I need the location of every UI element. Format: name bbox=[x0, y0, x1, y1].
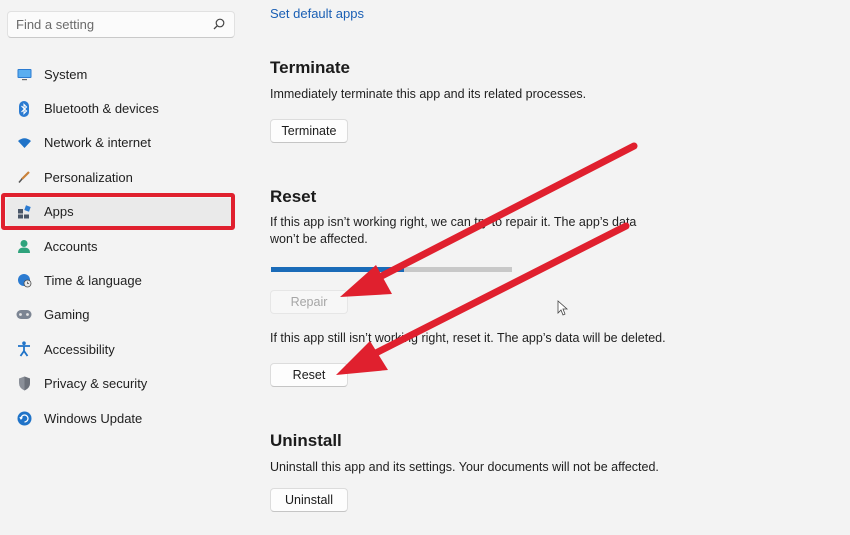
sidebar-item-label: Accessibility bbox=[44, 341, 115, 357]
search-box[interactable] bbox=[7, 11, 235, 38]
main-content: Set default apps Terminate Immediately t… bbox=[270, 0, 830, 535]
sidebar-item-bluetooth[interactable]: Bluetooth & devices bbox=[0, 91, 250, 125]
search-icon[interactable] bbox=[212, 17, 226, 31]
sidebar-item-label: Privacy & security bbox=[44, 376, 148, 392]
sidebar-item-label: Personalization bbox=[44, 169, 133, 185]
shield-icon bbox=[16, 376, 32, 392]
reset-button[interactable]: Reset bbox=[270, 363, 348, 387]
sidebar-item-label: Accounts bbox=[44, 238, 98, 254]
sidebar-item-label: Apps bbox=[44, 204, 74, 220]
sidebar-item-label: Bluetooth & devices bbox=[44, 101, 159, 117]
sidebar-item-accounts[interactable]: Accounts bbox=[0, 229, 250, 263]
uninstall-description: Uninstall this app and its settings. You… bbox=[270, 460, 659, 474]
sidebar-item-accessibility[interactable]: Accessibility bbox=[0, 332, 250, 366]
sidebar-item-privacy-security[interactable]: Privacy & security bbox=[0, 367, 250, 401]
set-default-apps-link[interactable]: Set default apps bbox=[270, 6, 364, 21]
sidebar-item-label: Time & language bbox=[44, 273, 142, 289]
search-input[interactable] bbox=[8, 12, 216, 37]
reset-description: If this app still isn’t working right, r… bbox=[270, 331, 666, 345]
bluetooth-icon bbox=[16, 100, 32, 117]
repair-progress-fill bbox=[271, 267, 404, 272]
sidebar-item-windows-update[interactable]: Windows Update bbox=[0, 401, 250, 435]
reset-heading: Reset bbox=[270, 187, 317, 206]
sidebar-item-label: System bbox=[44, 66, 88, 82]
gamepad-icon bbox=[16, 307, 32, 323]
sidebar-item-apps[interactable]: Apps bbox=[0, 195, 250, 229]
sidebar: System Bluetooth & devices Network & int… bbox=[0, 0, 250, 535]
wifi-icon bbox=[16, 135, 32, 151]
uninstall-heading: Uninstall bbox=[270, 431, 342, 450]
sidebar-item-personalization[interactable]: Personalization bbox=[0, 160, 250, 194]
sidebar-item-label: Network & internet bbox=[44, 135, 151, 151]
repair-progress-bar bbox=[271, 267, 512, 272]
terminate-description: Immediately terminate this app and its r… bbox=[270, 87, 587, 101]
brush-icon bbox=[16, 169, 32, 185]
sidebar-item-label: Gaming bbox=[44, 307, 90, 323]
person-icon bbox=[16, 238, 32, 254]
apps-icon bbox=[16, 204, 32, 220]
sidebar-item-system[interactable]: System bbox=[0, 57, 250, 91]
terminate-button[interactable]: Terminate bbox=[270, 119, 348, 143]
repair-description: If this app isn’t working right, we can … bbox=[270, 215, 637, 246]
monitor-icon bbox=[16, 66, 32, 82]
sidebar-item-gaming[interactable]: Gaming bbox=[0, 298, 250, 332]
uninstall-button[interactable]: Uninstall bbox=[270, 488, 348, 512]
sidebar-nav: System Bluetooth & devices Network & int… bbox=[0, 57, 250, 435]
accessibility-icon bbox=[16, 341, 32, 357]
update-icon bbox=[16, 410, 32, 426]
terminate-heading: Terminate bbox=[270, 58, 350, 77]
sidebar-item-label: Windows Update bbox=[44, 410, 143, 426]
sidebar-item-time-language[interactable]: Time & language bbox=[0, 263, 250, 297]
repair-button[interactable]: Repair bbox=[270, 290, 348, 314]
globe-clock-icon bbox=[16, 273, 32, 289]
sidebar-item-network[interactable]: Network & internet bbox=[0, 126, 250, 160]
